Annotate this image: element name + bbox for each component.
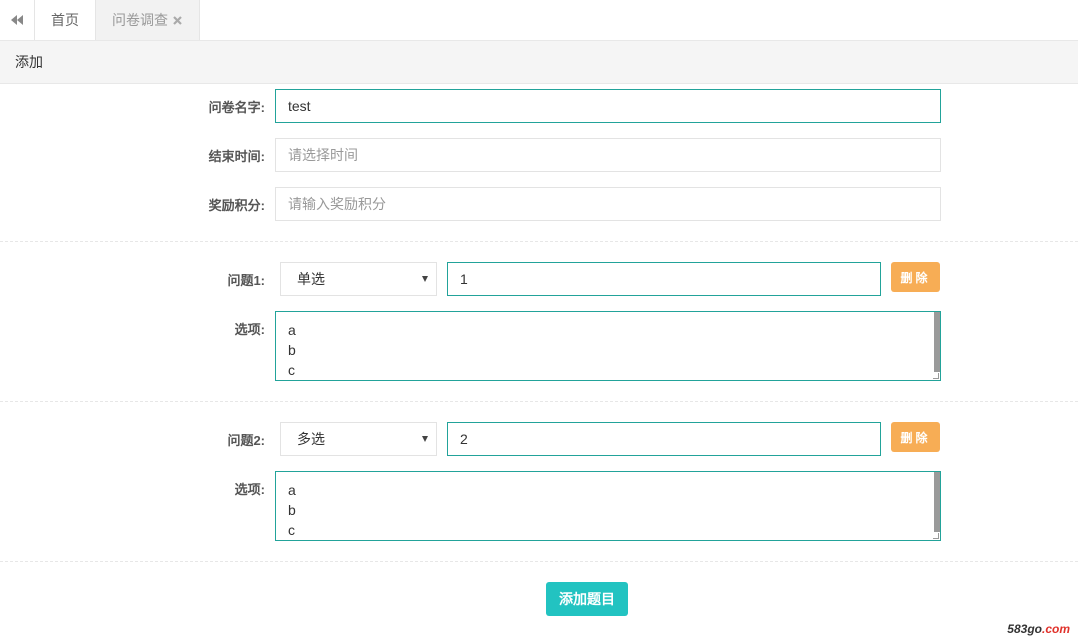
textarea-scrollbar[interactable] bbox=[934, 472, 940, 532]
question-2-options-textarea[interactable]: a b c bbox=[275, 471, 941, 541]
tab-scroll-back-button[interactable] bbox=[0, 0, 35, 40]
survey-name-label: 问卷名字: bbox=[208, 100, 265, 115]
question-2-label: 问题2: bbox=[227, 433, 265, 448]
watermark-main: 583go bbox=[1007, 622, 1042, 636]
add-question-button[interactable]: 添加题目 bbox=[546, 582, 628, 616]
option-line: b bbox=[288, 342, 296, 358]
double-chevron-left-icon bbox=[11, 15, 23, 25]
section-divider bbox=[0, 561, 1078, 562]
question-2-options-label: 选项: bbox=[234, 482, 265, 497]
close-icon[interactable] bbox=[172, 15, 183, 26]
question-2-type-value: 多选 bbox=[297, 431, 325, 447]
tab-home-label: 首页 bbox=[51, 12, 79, 28]
section-divider bbox=[0, 241, 1078, 242]
question-1-type-select[interactable]: 单选 bbox=[280, 262, 437, 296]
option-line: b bbox=[288, 502, 296, 518]
caret-down-icon bbox=[422, 436, 428, 442]
question-1-title-input[interactable] bbox=[447, 262, 881, 296]
option-line: c bbox=[288, 362, 295, 378]
question-1-options-textarea[interactable]: a b c bbox=[275, 311, 941, 381]
textarea-scrollbar[interactable] bbox=[934, 312, 940, 372]
end-time-input[interactable] bbox=[275, 138, 941, 172]
resize-handle[interactable] bbox=[933, 533, 939, 539]
option-line: a bbox=[288, 482, 296, 498]
tab-bar: 首页 问卷调查 bbox=[0, 0, 1078, 41]
tab-survey[interactable]: 问卷调查 bbox=[96, 0, 200, 40]
watermark-suffix: .com bbox=[1041, 622, 1070, 636]
question-1-options-label: 选项: bbox=[234, 322, 265, 337]
watermark: 583go.com bbox=[1007, 622, 1070, 636]
reward-points-input[interactable] bbox=[275, 187, 941, 221]
survey-name-input[interactable] bbox=[275, 89, 941, 123]
section-divider bbox=[0, 401, 1078, 402]
option-line: c bbox=[288, 522, 295, 538]
add-toolbar-button[interactable]: 添加 bbox=[15, 52, 43, 72]
question-1-label: 问题1: bbox=[227, 273, 265, 288]
question-1-type-value: 单选 bbox=[297, 271, 325, 287]
tab-home[interactable]: 首页 bbox=[35, 0, 96, 40]
option-line: a bbox=[288, 322, 296, 338]
end-time-label: 结束时间: bbox=[208, 149, 265, 164]
tab-survey-label: 问卷调查 bbox=[112, 12, 168, 28]
resize-handle[interactable] bbox=[933, 373, 939, 379]
question-2-delete-button[interactable]: 删除 bbox=[891, 422, 940, 452]
question-2-title-input[interactable] bbox=[447, 422, 881, 456]
reward-points-label: 奖励积分: bbox=[208, 198, 265, 213]
caret-down-icon bbox=[422, 276, 428, 282]
question-1-delete-button[interactable]: 删除 bbox=[891, 262, 940, 292]
question-2-type-select[interactable]: 多选 bbox=[280, 422, 437, 456]
toolbar: 添加 bbox=[0, 41, 1078, 84]
